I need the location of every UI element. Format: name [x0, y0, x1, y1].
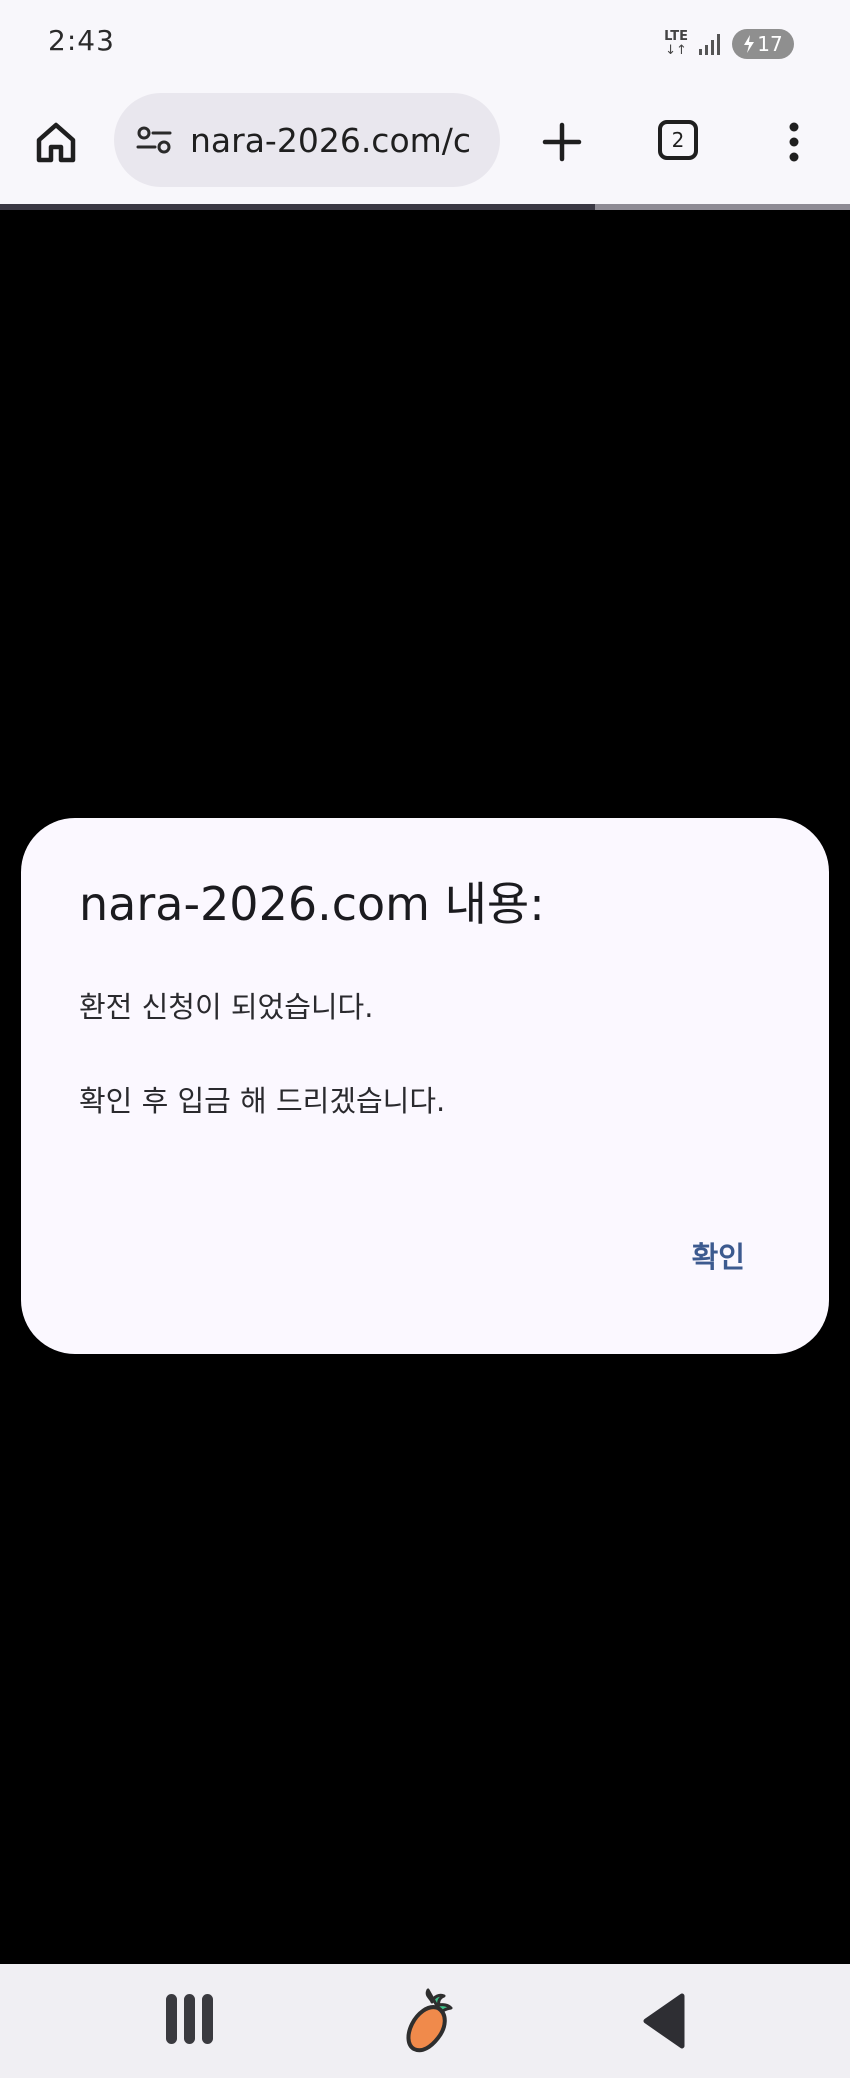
carrot-icon[interactable] [398, 1984, 458, 2056]
home-icon [36, 122, 76, 163]
battery-icon: 17 [732, 29, 794, 59]
new-tab-button[interactable] [534, 114, 590, 170]
home-button[interactable] [28, 114, 84, 170]
data-activity-arrows: ↓↑ [665, 43, 687, 58]
page-load-progress-fill [0, 204, 595, 210]
dialog-message: 환전 신청이 되었습니다. 확인 후 입금 해 드리겠습니다. [79, 990, 446, 1118]
phone-screen: 2:43 LTE ↓↑ 17 nara-2026.com/c 2 nara-20… [0, 0, 850, 2078]
dialog-ok-button[interactable]: 확인 [692, 1234, 745, 1276]
recent-apps-button[interactable] [166, 1994, 218, 2044]
page-load-progress [0, 204, 850, 210]
status-time: 2:43 [48, 24, 115, 57]
status-indicators: LTE ↓↑ 17 [664, 24, 794, 64]
status-bar: 2:43 LTE ↓↑ 17 [0, 0, 850, 88]
system-navigation-bar [0, 1964, 850, 2078]
url-text[interactable]: nara-2026.com/c [190, 121, 471, 160]
browser-toolbar: nara-2026.com/c 2 [0, 88, 850, 204]
menu-button[interactable] [772, 114, 816, 170]
dialog-title: nara-2026.com 내용: [79, 877, 545, 931]
recent-apps-icon-bar [202, 1994, 213, 2044]
battery-level: 17 [757, 32, 783, 56]
alert-dialog: nara-2026.com 내용: 환전 신청이 되었습니다. 확인 후 입금 … [21, 818, 829, 1354]
recent-apps-icon-bar [184, 1994, 195, 2044]
recent-apps-icon [166, 1994, 177, 2044]
tab-switcher-button[interactable]: 2 [658, 120, 698, 160]
address-bar[interactable]: nara-2026.com/c [114, 93, 500, 187]
site-settings-icon [136, 126, 172, 154]
charging-bolt-icon [744, 35, 755, 53]
more-vert-icon [789, 122, 799, 162]
tab-count: 2 [671, 128, 685, 152]
back-triangle-icon[interactable] [640, 1992, 688, 2050]
plus-icon [542, 122, 582, 162]
lte-icon: LTE ↓↑ [664, 30, 688, 58]
site-info-button[interactable] [130, 116, 178, 164]
network-type-label: LTE [664, 29, 688, 44]
signal-strength-icon [699, 34, 720, 55]
